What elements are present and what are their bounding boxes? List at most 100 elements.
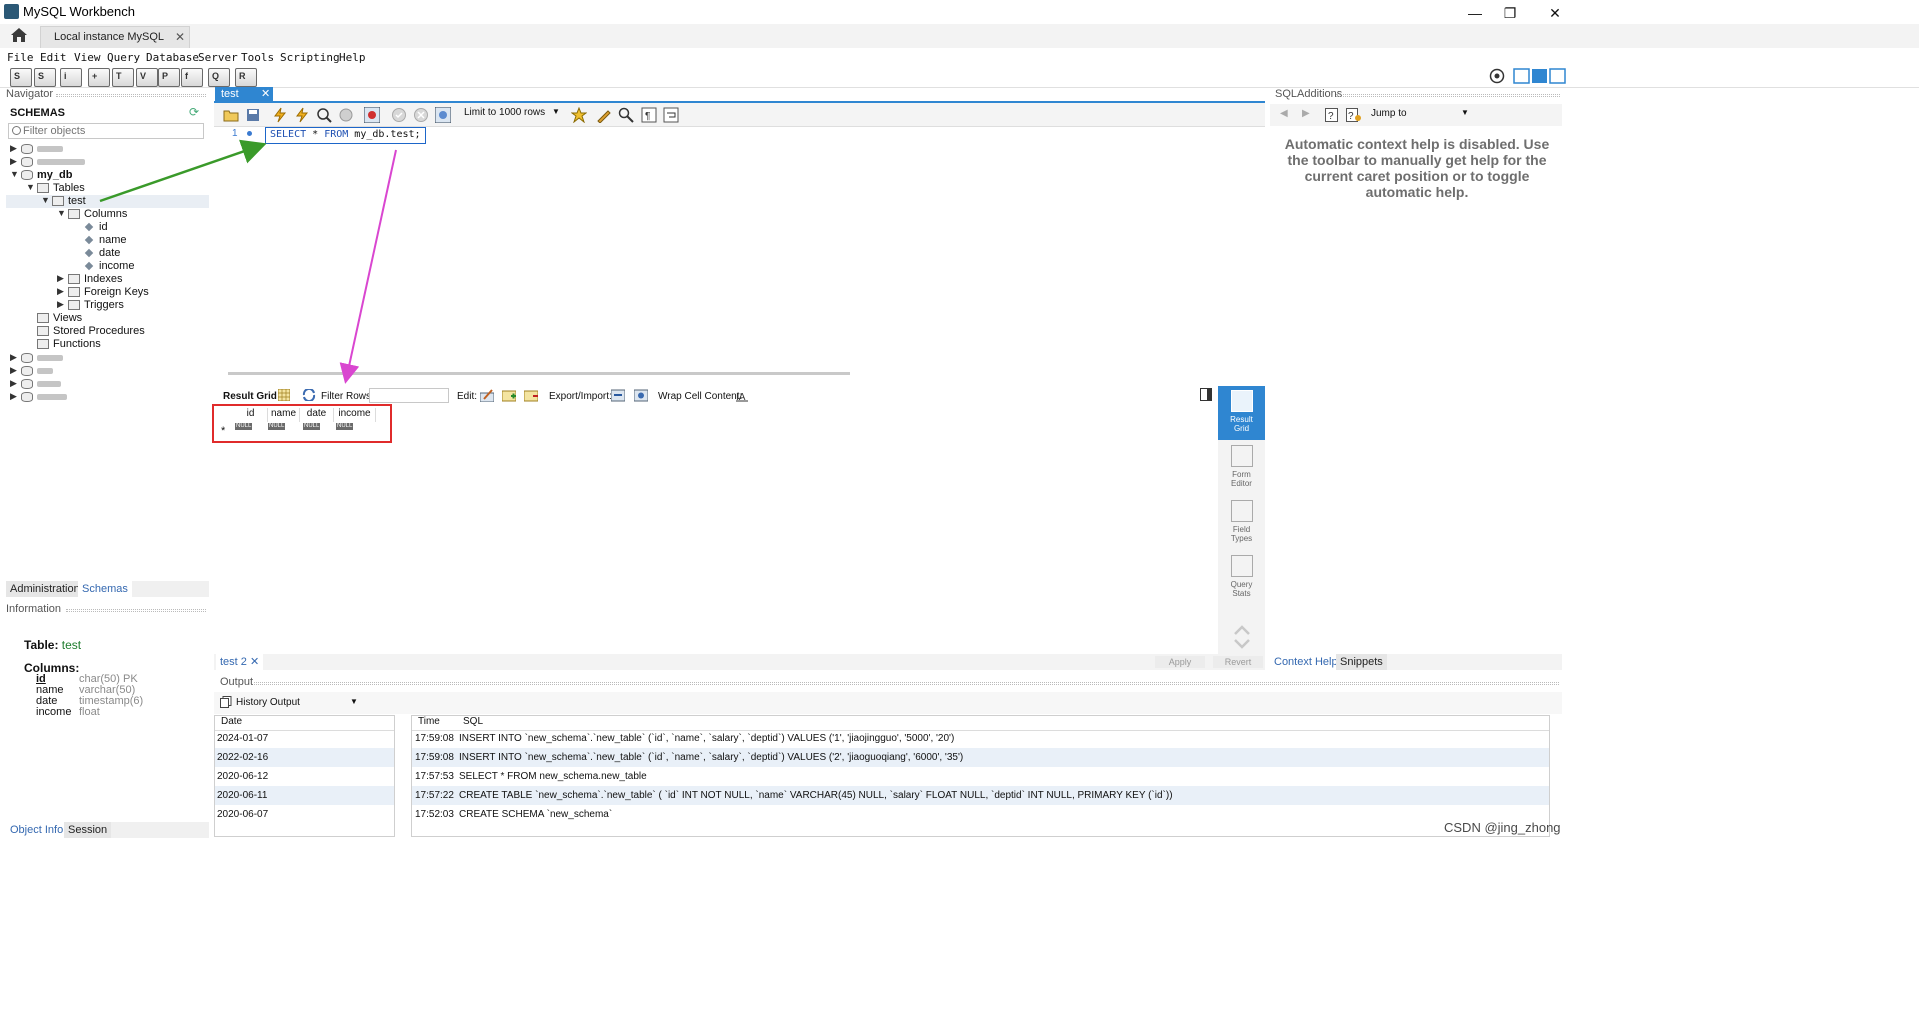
result-grid-button[interactable]: Result Grid bbox=[1218, 386, 1265, 440]
create-schema-icon[interactable]: + bbox=[88, 68, 110, 87]
import-icon[interactable] bbox=[634, 389, 648, 402]
reconnect-icon[interactable]: R bbox=[235, 68, 257, 87]
expand-icon[interactable]: ▶ bbox=[57, 286, 65, 298]
schema-row[interactable]: ▶ bbox=[10, 365, 100, 378]
indexes-folder[interactable]: ▶ Indexes bbox=[57, 273, 147, 286]
history-date-row[interactable]: 2022-02-16 bbox=[215, 748, 394, 767]
insert-row-icon[interactable] bbox=[502, 389, 516, 402]
add-snippet-icon[interactable] bbox=[571, 107, 587, 123]
menu-edit[interactable]: Edit bbox=[40, 51, 67, 64]
table-row-test[interactable]: ▼ test bbox=[41, 195, 131, 208]
revert-button[interactable]: Revert bbox=[1213, 656, 1263, 668]
columns-folder[interactable]: ▼ Columns bbox=[57, 208, 147, 221]
column-row[interactable]: date bbox=[84, 247, 146, 260]
expand-icon[interactable]: ▶ bbox=[10, 391, 18, 403]
home-tab[interactable] bbox=[8, 26, 34, 48]
close-tab-icon[interactable]: ✕ bbox=[175, 30, 185, 44]
history-log-row[interactable]: 17:57:53 SELECT * FROM new_schema.new_tab… bbox=[412, 767, 1549, 786]
commit-icon[interactable] bbox=[391, 107, 407, 123]
create-procedure-icon[interactable]: P bbox=[158, 68, 180, 87]
refresh-icon[interactable] bbox=[302, 389, 316, 401]
schema-row[interactable]: ▶ bbox=[10, 156, 100, 169]
maximize-button[interactable]: ❐ bbox=[1487, 2, 1533, 24]
inspector-icon[interactable]: i bbox=[60, 68, 82, 87]
invisible-chars-icon[interactable]: ¶ bbox=[641, 107, 657, 123]
refresh-schemas-icon[interactable]: ⟳ bbox=[189, 105, 199, 119]
tab-schemas[interactable]: Schemas bbox=[78, 581, 132, 597]
export-icon[interactable] bbox=[611, 389, 625, 402]
sql-editor[interactable] bbox=[214, 128, 1265, 368]
menu-help[interactable]: Help bbox=[339, 51, 366, 64]
output-type-select[interactable]: History Output ▼ bbox=[236, 697, 358, 712]
limit-rows-select[interactable]: Limit to 1000 rows ▼ bbox=[464, 107, 560, 123]
scroll-arrows-icon[interactable] bbox=[1233, 624, 1251, 650]
collapse-icon[interactable]: ▼ bbox=[26, 182, 35, 194]
open-file-icon[interactable] bbox=[223, 107, 239, 123]
stop-icon[interactable] bbox=[338, 107, 354, 123]
schema-row-my-db[interactable]: ▼ my_db bbox=[10, 169, 100, 182]
wrap-cell-icon[interactable]: IA bbox=[736, 389, 748, 402]
editor-tab-test[interactable]: test ✕ bbox=[215, 87, 273, 102]
word-wrap-icon[interactable] bbox=[663, 107, 679, 123]
manual-help-icon[interactable]: ? bbox=[1325, 108, 1339, 122]
find-icon[interactable] bbox=[618, 107, 634, 123]
back-icon[interactable]: ◀ bbox=[1280, 108, 1288, 119]
explain-icon[interactable] bbox=[316, 107, 332, 123]
tab-context-help[interactable]: Context Help bbox=[1270, 654, 1342, 670]
execute-current-icon[interactable] bbox=[294, 107, 310, 123]
column-row[interactable]: income bbox=[84, 260, 146, 273]
horizontal-scrollbar[interactable] bbox=[228, 372, 850, 375]
schema-row[interactable]: ▶ bbox=[10, 378, 100, 391]
save-icon[interactable] bbox=[245, 107, 261, 123]
menu-file[interactable]: File bbox=[7, 51, 34, 64]
create-function-icon[interactable]: f bbox=[181, 68, 203, 87]
schema-row[interactable]: ▶ bbox=[10, 143, 100, 156]
search-table-data-icon[interactable]: Q bbox=[208, 68, 230, 87]
history-log-row[interactable]: 17:52:03 CREATE SCHEMA `new_schema` bbox=[412, 805, 1549, 824]
edit-row-icon[interactable] bbox=[480, 389, 494, 402]
preferences-icon[interactable] bbox=[1489, 68, 1505, 84]
jump-to-select[interactable]: Jump to ▼ bbox=[1371, 108, 1471, 123]
delete-row-icon[interactable] bbox=[524, 389, 538, 402]
menu-database[interactable]: Database bbox=[146, 51, 199, 64]
tab-snippets[interactable]: Snippets bbox=[1336, 654, 1387, 670]
expand-icon[interactable]: ▶ bbox=[10, 352, 18, 364]
grid-icon[interactable] bbox=[278, 389, 290, 401]
expand-icon[interactable]: ▶ bbox=[57, 299, 65, 311]
history-log-row[interactable]: 17:59:08 INSERT INTO `new_schema`.`new_ta… bbox=[412, 748, 1549, 767]
close-tab-icon[interactable]: ✕ bbox=[261, 87, 270, 100]
filter-objects-input[interactable] bbox=[8, 123, 204, 139]
copy-icon[interactable] bbox=[220, 696, 232, 708]
history-log-row[interactable]: 17:59:08 INSERT INTO `new_schema`.`new_ta… bbox=[412, 729, 1549, 748]
tables-folder[interactable]: ▼ Tables bbox=[26, 182, 116, 195]
tab-session[interactable]: Session bbox=[64, 822, 112, 838]
form-editor-button[interactable]: Form Editor bbox=[1218, 441, 1265, 495]
create-view-icon[interactable]: V bbox=[136, 68, 158, 87]
beautify-icon[interactable] bbox=[596, 107, 612, 123]
field-types-button[interactable]: Field Types bbox=[1218, 496, 1265, 550]
auto-help-icon[interactable]: ? bbox=[1346, 108, 1362, 122]
menu-view[interactable]: View bbox=[74, 51, 101, 64]
date-column-header[interactable]: Date bbox=[221, 716, 242, 730]
column-row[interactable]: id bbox=[84, 221, 146, 234]
sql-statement[interactable]: SELECT * FROM my_db.test; bbox=[265, 127, 426, 144]
views-folder[interactable]: Views bbox=[26, 312, 116, 325]
menu-query[interactable]: Query bbox=[107, 51, 140, 64]
auto-commit-icon[interactable] bbox=[435, 107, 451, 123]
new-sql-tab-icon[interactable]: S bbox=[10, 68, 32, 87]
expand-icon[interactable]: ▶ bbox=[10, 365, 18, 377]
history-log-row[interactable]: 17:57:22 CREATE TABLE `new_schema`.`new_t… bbox=[412, 786, 1549, 805]
open-sql-script-icon[interactable]: S bbox=[34, 68, 56, 87]
functions-folder[interactable]: Functions bbox=[26, 338, 116, 351]
foreign-keys-folder[interactable]: ▶ Foreign Keys bbox=[57, 286, 157, 299]
result-grid[interactable] bbox=[214, 406, 1218, 654]
close-tab-icon[interactable]: ✕ bbox=[250, 656, 259, 668]
rollback-icon[interactable] bbox=[413, 107, 429, 123]
execute-icon[interactable] bbox=[272, 107, 288, 123]
forward-icon[interactable]: ▶ bbox=[1302, 108, 1310, 119]
collapse-icon[interactable]: ▼ bbox=[57, 208, 66, 220]
connection-tab[interactable]: Local instance MySQL ✕ bbox=[40, 26, 190, 48]
column-row[interactable]: name bbox=[84, 234, 146, 247]
time-column-header[interactable]: Time bbox=[418, 716, 440, 730]
expand-icon[interactable]: ▶ bbox=[10, 143, 18, 155]
